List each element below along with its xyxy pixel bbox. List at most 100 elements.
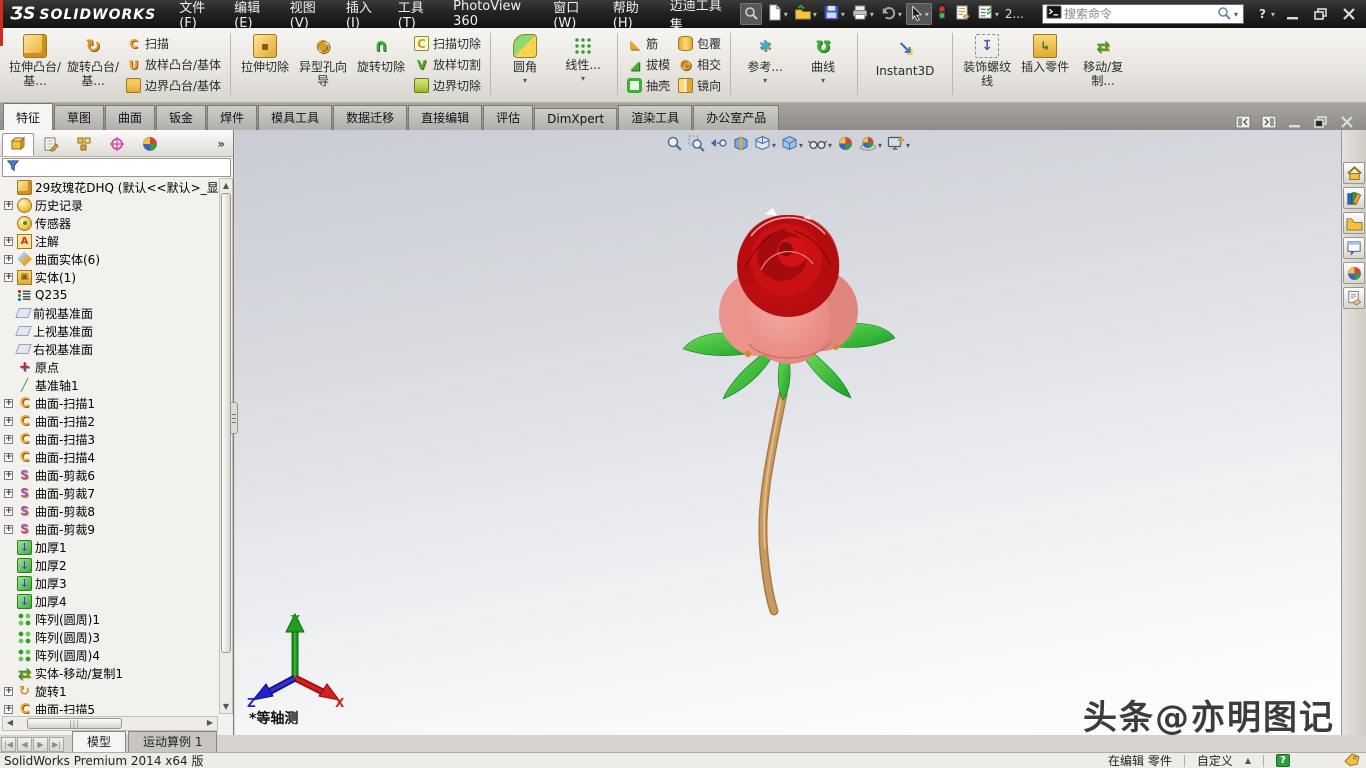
ribbon-loft-button[interactable]: 放样凸台/基体 bbox=[122, 54, 225, 75]
tree-item[interactable]: 阵列(圆周)1 bbox=[0, 610, 219, 628]
dropdown-caret-icon[interactable]: ▾ bbox=[925, 10, 929, 19]
menu-item[interactable]: 插入(I) bbox=[337, 0, 389, 28]
dropdown-caret-icon[interactable]: ▾ bbox=[763, 76, 767, 85]
propertymanager-tab[interactable] bbox=[35, 133, 67, 156]
dropdown-caret-icon[interactable]: ▾ bbox=[784, 10, 788, 19]
tab-钣金[interactable]: 钣金 bbox=[156, 105, 206, 130]
ribbon-cut-revolve-button[interactable]: 旋转切除 bbox=[352, 31, 410, 99]
collapse-right-button[interactable] bbox=[1260, 114, 1278, 130]
tree-item[interactable]: +曲面-剪裁9 bbox=[0, 520, 219, 538]
menu-item[interactable]: 帮助(H) bbox=[604, 0, 661, 28]
ribbon-cut-extrude-button[interactable]: 拉伸切除 bbox=[236, 31, 294, 99]
doc-restore-button[interactable] bbox=[1312, 114, 1330, 130]
expand-icon[interactable]: + bbox=[4, 417, 13, 426]
scroll-right-icon[interactable]: ▶ bbox=[204, 718, 216, 729]
tree-item[interactable]: 加厚1 bbox=[0, 538, 219, 556]
ribbon-fillet-button[interactable]: 圆角▾ bbox=[496, 31, 554, 99]
dropdown-caret-icon[interactable]: ▾ bbox=[898, 10, 902, 19]
ribbon-cut-loft-button[interactable]: 放样切割 bbox=[410, 54, 485, 75]
tree-item[interactable]: +历史记录 bbox=[0, 196, 219, 214]
help-caret-icon[interactable]: ▾ bbox=[1271, 10, 1275, 19]
tab-焊件[interactable]: 焊件 bbox=[207, 105, 257, 130]
tree-vertical-scrollbar[interactable]: ▲ ▼ bbox=[219, 178, 233, 714]
custom-caret-icon[interactable]: ▲ bbox=[1245, 756, 1251, 765]
options-button[interactable]: ▾ bbox=[975, 3, 1001, 25]
ribbon-revolve-boss-button[interactable]: 旋转凸台/基... bbox=[64, 31, 122, 99]
collapse-left-button[interactable] bbox=[1234, 114, 1252, 130]
expand-icon[interactable]: + bbox=[4, 453, 13, 462]
tree-item[interactable]: +曲面-扫描3 bbox=[0, 430, 219, 448]
ribbon-sweep-button[interactable]: 扫描 bbox=[122, 33, 225, 54]
tree-item[interactable]: 实体-移动/复制1 bbox=[0, 664, 219, 682]
tab-曲面[interactable]: 曲面 bbox=[105, 105, 155, 130]
scroll-left-icon[interactable]: ◀ bbox=[4, 718, 16, 729]
tab-模具工具[interactable]: 模具工具 bbox=[258, 105, 332, 130]
tree-item[interactable]: 加厚4 bbox=[0, 592, 219, 610]
previous-view-button[interactable] bbox=[709, 134, 728, 156]
ribbon-boundary-button[interactable]: 边界凸台/基体 bbox=[122, 75, 225, 96]
dropdown-caret-icon[interactable]: ▾ bbox=[813, 10, 817, 19]
expand-icon[interactable]: + bbox=[4, 273, 13, 282]
tree-item[interactable]: +曲面-扫描2 bbox=[0, 412, 219, 430]
tab-运动算例 1[interactable]: 运动算例 1 bbox=[128, 731, 217, 752]
ribbon-extrude-boss-button[interactable]: 拉伸凸台/基... bbox=[6, 31, 64, 99]
ribbon-mirror-button[interactable]: 镜向 bbox=[674, 75, 725, 96]
tag-icon[interactable] bbox=[1344, 753, 1360, 768]
search-icon[interactable] bbox=[1216, 5, 1232, 24]
zoom-fit-button[interactable] bbox=[665, 134, 684, 156]
menu-item[interactable]: 迈迪工具集 bbox=[661, 0, 734, 28]
solidworks-resources-button[interactable] bbox=[1343, 162, 1365, 184]
dropdown-caret-icon[interactable]: ▾ bbox=[870, 10, 874, 19]
expand-icon[interactable]: + bbox=[4, 201, 13, 210]
dropdown-caret-icon[interactable]: ▾ bbox=[906, 141, 910, 150]
ribbon-hole-wizard-button[interactable]: 异型孔向导 bbox=[294, 31, 352, 99]
tree-horizontal-scrollbar[interactable]: ◀ ||| ▶ bbox=[2, 716, 218, 731]
tree-item[interactable]: +曲面-剪裁6 bbox=[0, 466, 219, 484]
expand-icon[interactable]: + bbox=[4, 471, 13, 480]
tree-item[interactable]: 上视基准面 bbox=[0, 322, 219, 340]
expand-icon[interactable]: + bbox=[4, 255, 13, 264]
status-custom-menu[interactable]: 自定义 bbox=[1197, 752, 1233, 768]
tree-item[interactable]: 前视基准面 bbox=[0, 304, 219, 322]
ribbon-curves-button[interactable]: 曲线▾ bbox=[794, 31, 852, 99]
status-help-icon[interactable]: ? bbox=[1276, 754, 1290, 767]
featuremanager-tab[interactable] bbox=[2, 133, 34, 156]
dropdown-caret-icon[interactable]: ▾ bbox=[995, 10, 999, 19]
expand-icon[interactable]: + bbox=[4, 687, 13, 696]
dropdown-caret-icon[interactable]: ▾ bbox=[772, 141, 776, 150]
file-explorer-button[interactable] bbox=[1343, 212, 1365, 234]
ribbon-reference-geometry-button[interactable]: 参考...▾ bbox=[736, 31, 794, 99]
tab-scroll-right-icon[interactable]: ▶ bbox=[33, 737, 48, 752]
tree-item[interactable]: +实体(1) bbox=[0, 268, 219, 286]
tree-item[interactable]: +注解 bbox=[0, 232, 219, 250]
displaymanager-tab[interactable] bbox=[134, 133, 166, 156]
undo-button[interactable]: ▾ bbox=[878, 3, 904, 25]
tree-item[interactable]: 右视基准面 bbox=[0, 340, 219, 358]
custom-properties-button[interactable] bbox=[1343, 287, 1365, 309]
tab-评估[interactable]: 评估 bbox=[483, 105, 533, 130]
tree-item[interactable]: 传感器 bbox=[0, 214, 219, 232]
design-library-button[interactable] bbox=[1343, 187, 1365, 209]
tree-item[interactable]: +旋转1 bbox=[0, 682, 219, 700]
dropdown-caret-icon[interactable]: ▾ bbox=[828, 141, 832, 150]
appearances-scenes-button[interactable] bbox=[1343, 262, 1365, 284]
scroll-up-icon[interactable]: ▲ bbox=[221, 181, 231, 190]
tree-item[interactable]: +曲面-剪裁7 bbox=[0, 484, 219, 502]
menu-item[interactable]: 工具(T) bbox=[389, 0, 444, 28]
tree-item[interactable]: +曲面实体(6) bbox=[0, 250, 219, 268]
ribbon-shell-button[interactable]: 抽壳 bbox=[623, 75, 674, 96]
configurationmanager-tab[interactable] bbox=[68, 133, 100, 156]
print-button[interactable]: ▾ bbox=[849, 3, 876, 25]
tree-item[interactable]: 基准轴1 bbox=[0, 376, 219, 394]
menu-item[interactable]: 窗口(W) bbox=[544, 0, 604, 28]
dropdown-caret-icon[interactable]: ▾ bbox=[821, 76, 825, 85]
scroll-down-icon[interactable]: ▼ bbox=[221, 702, 231, 711]
expand-icon[interactable]: + bbox=[4, 399, 13, 408]
dropdown-caret-icon[interactable]: ▾ bbox=[878, 141, 882, 150]
doc-minimize-button[interactable] bbox=[1286, 114, 1304, 130]
tree-item[interactable]: 加厚3 bbox=[0, 574, 219, 592]
search-scope-icon[interactable] bbox=[1046, 5, 1062, 23]
dimxpertmanager-tab[interactable] bbox=[101, 133, 133, 156]
ribbon-cut-boundary-button[interactable]: 边界切除 bbox=[410, 75, 485, 96]
apply-scene-button[interactable]: ▾ bbox=[858, 134, 883, 156]
